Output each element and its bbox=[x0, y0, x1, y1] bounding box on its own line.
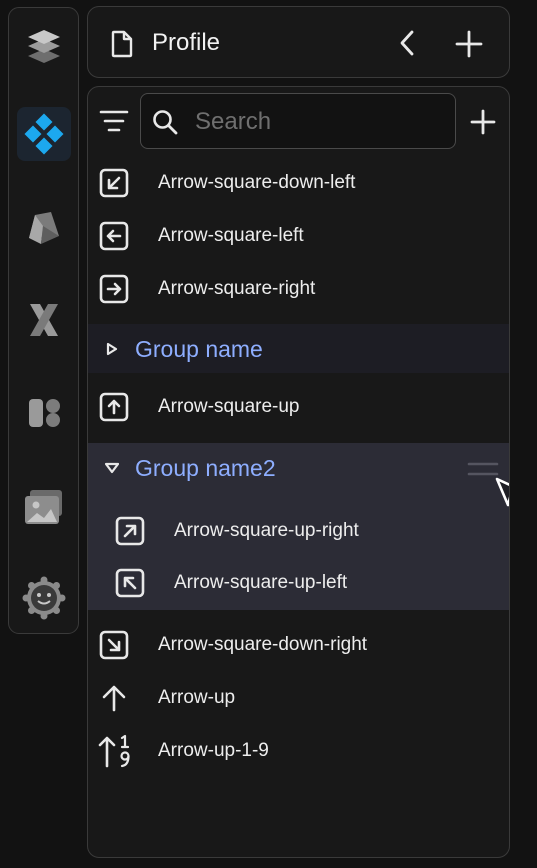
list-item-label: Arrow-square-up bbox=[158, 396, 300, 417]
list-item[interactable]: Arrow-square-right bbox=[88, 263, 509, 316]
list-item-label: Arrow-square-right bbox=[158, 278, 316, 299]
list-item[interactable]: Arrow-up-1-9 bbox=[88, 725, 509, 778]
list-item[interactable]: Arrow-square-left bbox=[88, 210, 509, 263]
group-expanded: Group name2 Arrow-square-up-right Arrow-… bbox=[88, 443, 509, 610]
list-item-label: Arrow-square-left bbox=[158, 225, 304, 246]
layers-icon[interactable] bbox=[17, 20, 71, 74]
layers-panel: Arrow-square-down-left Arrow-square-left… bbox=[87, 86, 510, 858]
arrow-square-down-left-icon bbox=[99, 168, 129, 198]
tool-rail bbox=[8, 7, 79, 634]
group-header-collapsed[interactable]: Group name bbox=[88, 324, 509, 373]
page-title: Profile bbox=[152, 29, 221, 56]
list-item-label: Arrow-square-down-left bbox=[158, 172, 356, 193]
arrow-square-up-icon bbox=[99, 392, 129, 422]
list-item[interactable]: Arrow-square-up-left bbox=[88, 557, 509, 610]
search-field[interactable] bbox=[140, 93, 456, 150]
profile-header: Profile bbox=[87, 6, 510, 78]
components-icon[interactable] bbox=[17, 107, 71, 161]
list-item-label: Arrow-square-up-left bbox=[174, 572, 348, 593]
assets-icon[interactable] bbox=[17, 386, 71, 440]
file-icon bbox=[108, 29, 136, 59]
arrow-up-icon bbox=[99, 683, 129, 713]
list-item-label: Arrow-square-up-right bbox=[174, 520, 359, 541]
list-item[interactable]: Arrow-up bbox=[88, 672, 509, 725]
arrow-square-left-icon bbox=[99, 221, 129, 251]
plugins-icon[interactable] bbox=[17, 571, 71, 625]
arrow-square-up-left-icon bbox=[115, 568, 145, 598]
list-item-label: Arrow-square-down-right bbox=[158, 634, 368, 655]
add-page-button[interactable] bbox=[452, 27, 486, 61]
arrow-square-up-right-icon bbox=[115, 516, 145, 546]
list-item-label: Arrow-up bbox=[158, 687, 236, 708]
list-item[interactable]: Arrow-square-up bbox=[88, 381, 509, 434]
variables-icon[interactable] bbox=[17, 293, 71, 347]
caret-down-icon[interactable] bbox=[104, 461, 120, 475]
arrow-up-1-9-icon bbox=[97, 734, 133, 768]
images-icon[interactable] bbox=[17, 480, 71, 534]
list-item[interactable]: Arrow-square-up-right bbox=[88, 505, 509, 558]
add-layer-button[interactable] bbox=[467, 106, 499, 138]
list-item[interactable]: Arrow-square-down-left bbox=[88, 157, 509, 210]
arrow-square-right-icon bbox=[99, 274, 129, 304]
group-name[interactable]: Group name2 bbox=[135, 455, 276, 482]
search-input[interactable] bbox=[193, 94, 447, 150]
search-icon bbox=[151, 108, 179, 136]
list-item[interactable]: Arrow-square-down-right bbox=[88, 619, 509, 672]
group-name: Group name bbox=[135, 336, 263, 362]
shapes-icon[interactable] bbox=[17, 200, 71, 254]
list-item-label: Arrow-up-1-9 bbox=[158, 740, 269, 761]
filter-icon[interactable] bbox=[98, 107, 130, 135]
back-chevron-icon[interactable] bbox=[392, 27, 422, 59]
caret-right-icon[interactable] bbox=[105, 342, 119, 356]
arrow-square-down-right-icon bbox=[99, 630, 129, 660]
